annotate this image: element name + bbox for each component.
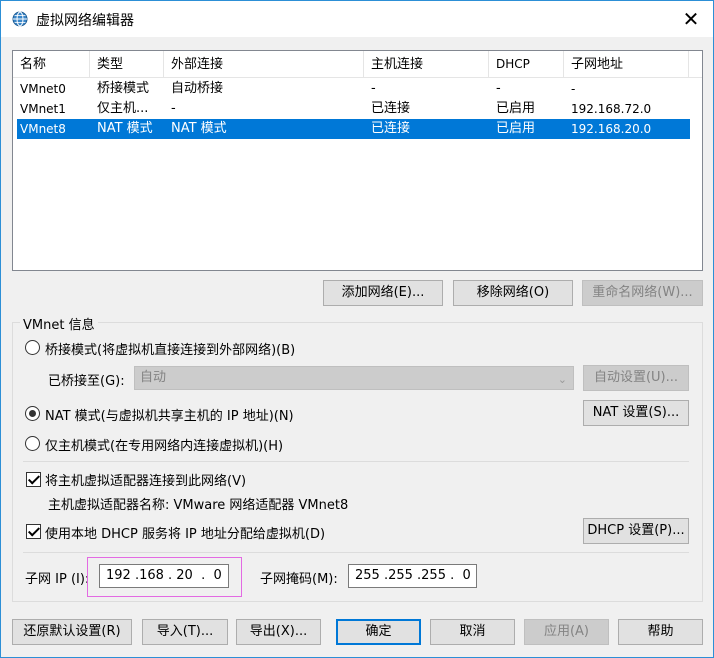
subnet-mask-label: 子网掩码(M): (260, 572, 338, 587)
remove-network-button[interactable]: 移除网络(O) (453, 280, 573, 306)
row-host: - (371, 81, 376, 96)
row-type: NAT 模式 (97, 121, 153, 136)
network-globe-icon (12, 11, 28, 27)
host-only-label[interactable]: 仅主机模式(在专用网络内连接虚拟机)(H) (45, 435, 283, 454)
ok-button[interactable]: 确定 (336, 619, 421, 645)
highlight-box (87, 557, 242, 597)
row-name: VMnet0 (20, 82, 66, 96)
row-host: 已连接 (371, 101, 411, 116)
nat-settings-button[interactable]: NAT 设置(S)... (583, 400, 689, 426)
column-header-subnet[interactable]: 子网地址 (564, 51, 689, 78)
bridged-to-select[interactable]: 自动 ⌄ (134, 366, 574, 390)
adapter-name-text: 主机虚拟适配器名称: VMware 网络适配器 VMnet8 (48, 498, 349, 513)
row-external: - (171, 101, 176, 116)
row-subnet: - (571, 82, 576, 96)
row-dhcp: 已启用 (496, 101, 536, 116)
table-row-selected[interactable]: VMnet8 NAT 模式 NAT 模式 已连接 已启用 192.168.20.… (17, 119, 690, 139)
row-external: 自动桥接 (171, 81, 224, 96)
close-icon: ✕ (682, 7, 700, 31)
window-title: 虚拟网络编辑器 (36, 13, 134, 29)
row-subnet: 192.168.20.0 (571, 122, 652, 136)
subnet-ip-label: 子网 IP (I): (25, 572, 90, 587)
import-button[interactable]: 导入(T)... (142, 619, 228, 645)
connect-adapter-checkbox[interactable] (26, 472, 41, 487)
rename-network-button[interactable]: 重命名网络(W)... (582, 280, 703, 306)
column-header-type[interactable]: 类型 (90, 51, 164, 78)
row-subnet: 192.168.72.0 (571, 102, 652, 116)
close-button[interactable]: ✕ (669, 1, 713, 37)
row-name: VMnet8 (20, 122, 66, 136)
column-header-host[interactable]: 主机连接 (364, 51, 489, 78)
export-button[interactable]: 导出(X)... (236, 619, 321, 645)
cancel-button[interactable]: 取消 (430, 619, 515, 645)
virtual-network-editor-window: 虚拟网络编辑器 ✕ 名称 类型 外部连接 主机连接 DHCP 子网地址 VMne… (0, 0, 714, 658)
dhcp-settings-button[interactable]: DHCP 设置(P)... (583, 518, 689, 544)
apply-button[interactable]: 应用(A) (524, 619, 609, 645)
row-external: NAT 模式 (171, 121, 227, 136)
subnet-mask-input[interactable]: 255 .255 .255 . 0 (348, 564, 477, 588)
connect-adapter-label[interactable]: 将主机虚拟适配器连接到此网络(V) (45, 470, 246, 489)
host-only-radio[interactable] (25, 436, 40, 451)
row-type: 仅主机... (97, 101, 149, 116)
row-type: 桥接模式 (97, 81, 150, 96)
table-row[interactable]: VMnet0 桥接模式 自动桥接 - - - (17, 79, 690, 99)
row-dhcp: 已启用 (496, 121, 536, 136)
dhcp-checkbox[interactable] (26, 524, 41, 539)
table-row[interactable]: VMnet1 仅主机... - 已连接 已启用 192.168.72.0 (17, 99, 690, 119)
dhcp-label[interactable]: 使用本地 DHCP 服务将 IP 地址分配给虚拟机(D) (45, 523, 325, 542)
title-bar: 虚拟网络编辑器 ✕ (1, 1, 713, 37)
nat-mode-radio[interactable] (25, 406, 40, 421)
row-host: 已连接 (371, 121, 411, 136)
network-list[interactable]: 名称 类型 外部连接 主机连接 DHCP 子网地址 VMnet0 桥接模式 自动… (12, 50, 703, 271)
chevron-down-icon: ⌄ (557, 373, 567, 386)
column-header-name[interactable]: 名称 (13, 51, 90, 78)
add-network-button[interactable]: 添加网络(E)... (323, 280, 443, 306)
separator (23, 552, 689, 553)
help-button[interactable]: 帮助 (618, 619, 703, 645)
auto-settings-button[interactable]: 自动设置(U)... (583, 365, 689, 391)
restore-defaults-button[interactable]: 还原默认设置(R) (12, 619, 132, 645)
separator (23, 461, 689, 462)
column-header-dhcp[interactable]: DHCP (489, 51, 564, 78)
bridged-to-label: 已桥接至(G): (48, 374, 125, 389)
nat-mode-label[interactable]: NAT 模式(与虚拟机共享主机的 IP 地址)(N) (45, 405, 294, 424)
row-dhcp: - (496, 81, 501, 96)
bridged-to-value: 自动 (140, 370, 167, 385)
column-header-external[interactable]: 外部连接 (164, 51, 364, 78)
bridge-mode-radio[interactable] (25, 340, 40, 355)
row-name: VMnet1 (20, 102, 66, 116)
vmnet-info-title: VMnet 信息 (20, 314, 98, 333)
network-list-header: 名称 类型 外部连接 主机连接 DHCP 子网地址 (13, 51, 702, 78)
bridge-mode-label[interactable]: 桥接模式(将虚拟机直接连接到外部网络)(B) (45, 339, 295, 358)
